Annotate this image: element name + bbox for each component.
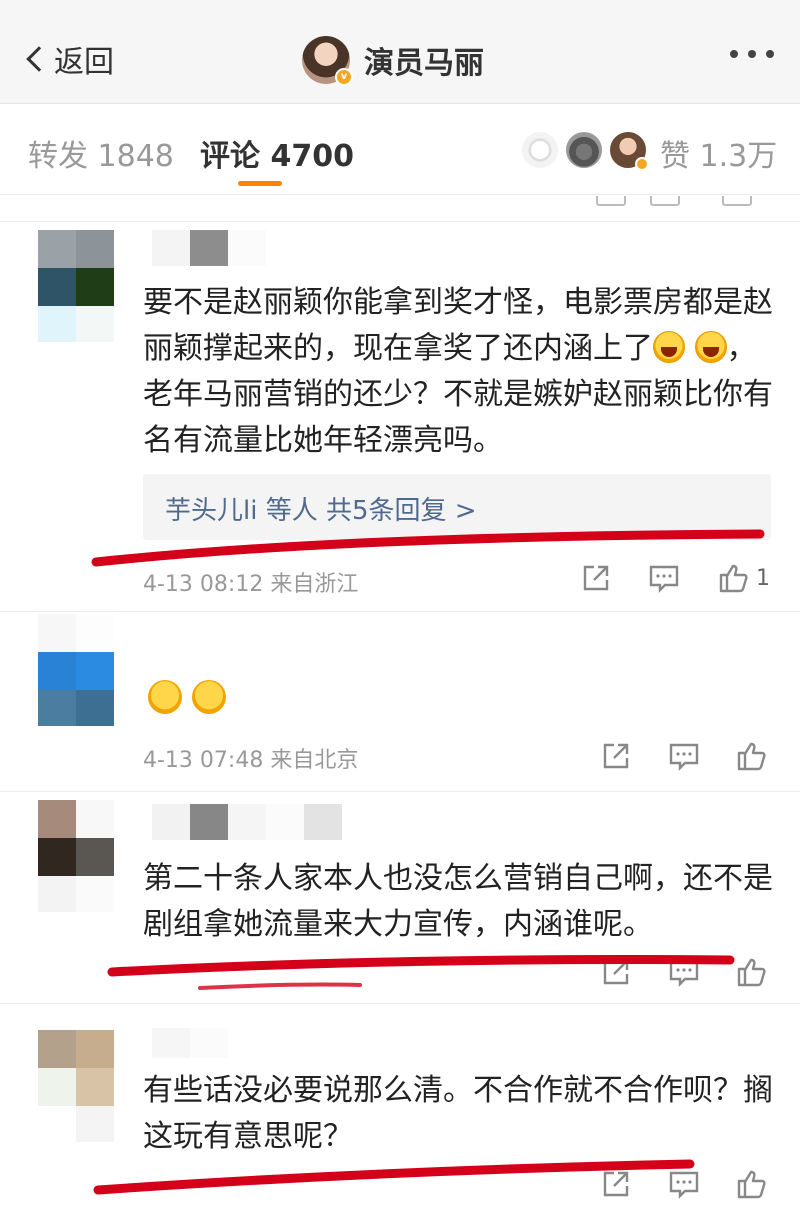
tab-comment[interactable]: 评论 4700 bbox=[200, 131, 354, 175]
sticker-emoji-icon bbox=[148, 680, 182, 714]
avatar[interactable] bbox=[38, 614, 114, 726]
liker-avatars[interactable] bbox=[520, 130, 652, 171]
comment-text: 要不是赵丽颖你能拿到奖才怪，电影票房都是赵丽颖撑起来的，现在拿奖了还内涵上了 ，… bbox=[143, 285, 773, 458]
username[interactable] bbox=[152, 1028, 228, 1058]
verified-badge-icon bbox=[635, 157, 649, 171]
more-dot bbox=[748, 50, 756, 58]
chevron-left-icon bbox=[26, 46, 52, 72]
back-button[interactable]: 返回 bbox=[22, 36, 114, 82]
thumbs-up-icon bbox=[737, 742, 766, 771]
more-options-icon[interactable] bbox=[730, 50, 774, 58]
tab-likes[interactable]: 赞 1.3万 bbox=[660, 131, 777, 175]
more-dot bbox=[766, 50, 774, 58]
comment-icon bbox=[669, 743, 699, 771]
thumbs-up-icon bbox=[737, 1170, 766, 1199]
like-button[interactable]: 1 bbox=[718, 562, 770, 594]
comment-meta: 4-13 08:12 来自浙江 bbox=[143, 572, 359, 597]
replies-preview[interactable]: 芋头儿li 等人 共5条回复 > bbox=[143, 474, 771, 540]
page-title: 演员马丽 bbox=[364, 46, 484, 81]
like-icon bbox=[722, 196, 752, 206]
thumbs-up-icon bbox=[719, 564, 748, 593]
more-dot bbox=[730, 50, 738, 58]
avatar[interactable] bbox=[38, 230, 114, 342]
sticker-emoji-icon bbox=[192, 680, 226, 714]
share-button[interactable] bbox=[580, 562, 612, 594]
tab-repost[interactable]: 转发 1848 bbox=[28, 131, 174, 175]
like-button[interactable] bbox=[736, 956, 768, 988]
laughing-emoji-icon bbox=[653, 331, 685, 363]
username[interactable] bbox=[152, 804, 342, 840]
share-button[interactable] bbox=[600, 1168, 632, 1200]
laughing-emoji-icon bbox=[694, 331, 727, 363]
like-count: 1 bbox=[756, 565, 770, 591]
comment-icon bbox=[669, 1171, 699, 1199]
share-icon bbox=[583, 565, 609, 591]
author-avatar: v bbox=[302, 36, 353, 86]
avatar bbox=[520, 130, 560, 170]
previous-comment-fragment bbox=[0, 196, 800, 222]
comment-icon bbox=[669, 959, 699, 987]
page-title-group[interactable]: v 演员马丽 bbox=[302, 34, 484, 86]
avatar[interactable] bbox=[38, 1030, 114, 1142]
verified-badge-icon: v bbox=[335, 68, 353, 86]
like-button[interactable] bbox=[736, 740, 768, 772]
comment-icon bbox=[650, 196, 680, 206]
comment-item: 第二十条人家本人也没怎么营销自己啊，还不是剧组拿她流量来大力宣传，内涵谁呢。 bbox=[0, 792, 800, 1004]
share-icon bbox=[603, 1171, 629, 1197]
avatar bbox=[564, 130, 604, 170]
comment-item: 要不是赵丽颖你能拿到奖才怪，电影票房都是赵丽颖撑起来的，现在拿奖了还内涵上了 ，… bbox=[0, 222, 800, 612]
share-icon bbox=[603, 743, 629, 769]
share-button[interactable] bbox=[600, 956, 632, 988]
comment-meta: 4-13 07:48 来自北京 bbox=[143, 748, 359, 773]
avatar bbox=[608, 130, 649, 171]
share-icon bbox=[603, 959, 629, 985]
avatar[interactable] bbox=[38, 800, 114, 912]
top-navigation-bar: 返回 v 演员马丽 bbox=[0, 0, 800, 104]
comment-item: 有些话没必要说那么清。不合作就不合作呗？搁这玩有意思呢？ bbox=[0, 1004, 800, 1223]
share-button[interactable] bbox=[600, 740, 632, 772]
reply-button[interactable] bbox=[648, 562, 680, 594]
comment-text: 有些话没必要说那么清。不合作就不合作呗？搁这玩有意思呢？ bbox=[143, 1073, 773, 1154]
reply-button[interactable] bbox=[668, 1168, 700, 1200]
comment-text: 第二十条人家本人也没怎么营销自己啊，还不是剧组拿她流量来大力宣传，内涵谁呢。 bbox=[143, 861, 773, 942]
back-label: 返回 bbox=[54, 45, 114, 80]
thumbs-up-icon bbox=[737, 958, 766, 987]
comment-icon bbox=[649, 565, 679, 593]
active-tab-indicator bbox=[238, 181, 282, 186]
reply-button[interactable] bbox=[668, 956, 700, 988]
username[interactable] bbox=[152, 230, 266, 266]
share-icon bbox=[596, 196, 626, 206]
like-button[interactable] bbox=[736, 1168, 768, 1200]
replies-link[interactable]: 芋头儿li 等人 共5条回复 > bbox=[165, 490, 477, 527]
reply-button[interactable] bbox=[668, 740, 700, 772]
comment-item: 4-13 07:48 来自北京 bbox=[0, 612, 800, 792]
